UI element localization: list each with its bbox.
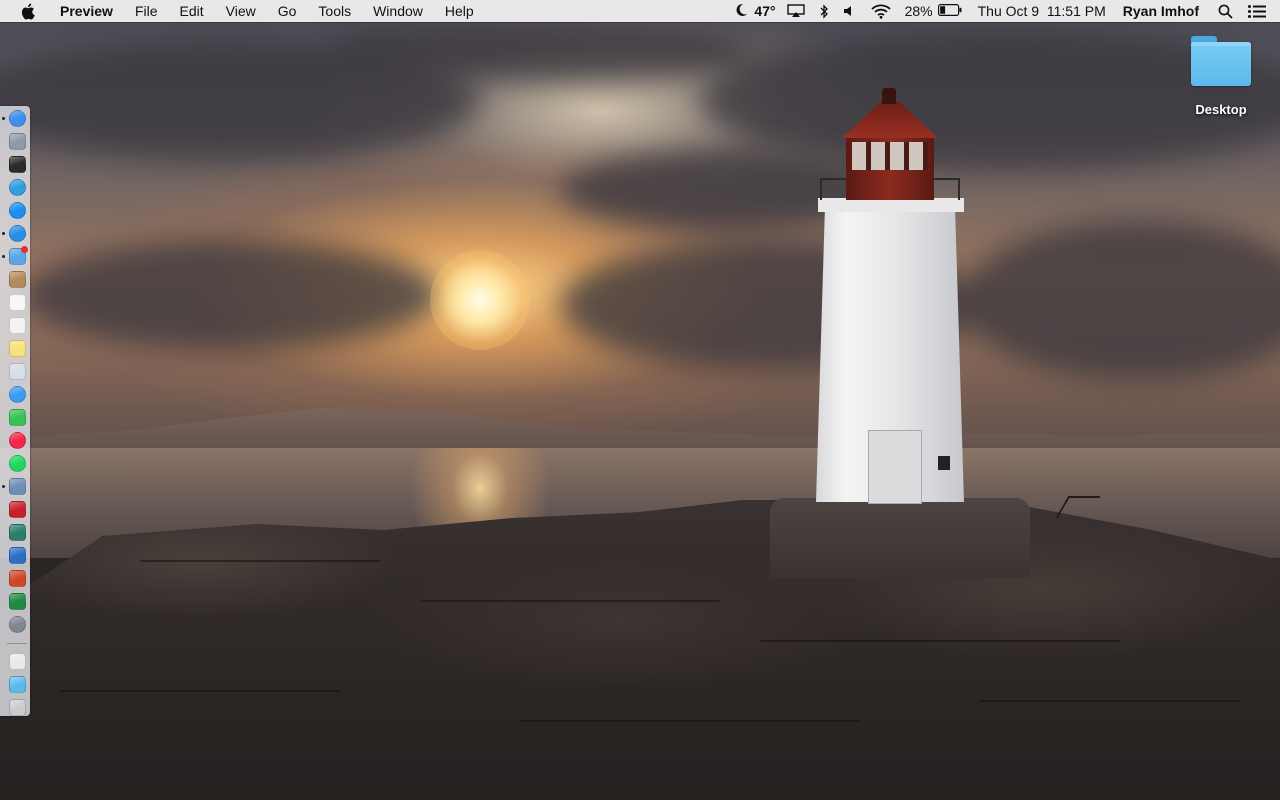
- dock-word-icon[interactable]: [9, 547, 26, 564]
- dock-safari-compass-icon[interactable]: [9, 179, 26, 196]
- dock-documents-stack-icon[interactable]: [9, 653, 26, 670]
- menu-window[interactable]: Window: [362, 0, 434, 22]
- menu-view[interactable]: View: [215, 0, 267, 22]
- menu-edit[interactable]: Edit: [169, 0, 215, 22]
- menu-app-name[interactable]: Preview: [54, 0, 124, 22]
- rock-crack: [980, 700, 1240, 702]
- rock-crack: [140, 560, 380, 562]
- weather-status[interactable]: 47°: [728, 0, 779, 22]
- folder-body: [1191, 42, 1251, 86]
- dock-photos-icon[interactable]: [9, 478, 26, 495]
- lighthouse-windows: [852, 142, 928, 170]
- dock-mission-control-icon[interactable]: [9, 156, 26, 173]
- desktop-folder-label: Desktop: [1195, 102, 1247, 117]
- wifi-icon[interactable]: [864, 0, 898, 22]
- running-indicator: [2, 117, 5, 120]
- dock-launchpad-icon[interactable]: [9, 133, 26, 150]
- dock-facetime-icon[interactable]: [9, 409, 26, 426]
- dock-trash-icon[interactable]: [9, 699, 26, 716]
- menu-help[interactable]: Help: [434, 0, 485, 22]
- dock-reminders-icon[interactable]: [9, 317, 26, 334]
- dock-spotify-icon[interactable]: [9, 455, 26, 472]
- spotlight-search-icon[interactable]: [1209, 0, 1242, 22]
- rock-crack: [520, 720, 860, 722]
- battery-status[interactable]: 28%: [898, 0, 969, 22]
- dock-separator: [7, 643, 27, 644]
- folder-icon: [1191, 36, 1251, 88]
- dock-excel-icon[interactable]: [9, 593, 26, 610]
- dock-downloads-folder-icon[interactable]: [9, 676, 26, 693]
- lighthouse-rock-base: [770, 498, 1030, 578]
- dock-iphoto-icon[interactable]: [9, 524, 26, 541]
- lighthouse-vent: [882, 88, 896, 104]
- rock-crack: [760, 640, 1120, 642]
- cloud: [20, 240, 440, 350]
- temperature-label: 47°: [754, 3, 776, 19]
- dock-system-preferences-icon[interactable]: [9, 616, 26, 633]
- lighthouse-small-window: [938, 456, 950, 470]
- menu-file[interactable]: File: [124, 0, 169, 22]
- battery-fill: [939, 6, 945, 14]
- user-account-menu[interactable]: Ryan Imhof: [1115, 0, 1209, 22]
- lighthouse-door: [868, 430, 922, 504]
- status-menu-area: 47° 28% Thu Oct 9 11:51 PM Ryan Imhof: [728, 0, 1280, 22]
- running-indicator: [2, 485, 5, 488]
- moon-icon: [735, 3, 748, 20]
- running-indicator: [2, 255, 5, 258]
- volume-icon[interactable]: [836, 0, 864, 22]
- menu-go[interactable]: Go: [267, 0, 308, 22]
- clock[interactable]: Thu Oct 9 11:51 PM: [969, 0, 1115, 22]
- menu-tools[interactable]: Tools: [307, 0, 362, 22]
- notification-badge: [21, 246, 28, 253]
- desktop-wallpaper: [0, 0, 1280, 800]
- sun: [430, 250, 530, 350]
- dock-finder-icon[interactable]: [9, 110, 26, 127]
- dock-mail-icon[interactable]: [9, 246, 28, 265]
- dock-messages-icon[interactable]: [9, 386, 26, 403]
- menu-bar: Preview File Edit View Go Tools Window H…: [0, 0, 1280, 22]
- rock-crack: [60, 690, 340, 692]
- desktop-folder[interactable]: Desktop: [1186, 36, 1256, 117]
- dock-preview-icon[interactable]: [9, 363, 26, 380]
- lighthouse-gallery: [818, 198, 964, 212]
- battery-percent: 28%: [904, 3, 933, 19]
- dock-photo-booth-icon[interactable]: [9, 501, 26, 518]
- rock-crack: [420, 600, 720, 602]
- dock-app-store-icon[interactable]: [9, 202, 26, 219]
- running-indicator: [2, 232, 5, 235]
- bluetooth-icon[interactable]: [812, 0, 836, 22]
- apple-logo-icon[interactable]: [20, 2, 36, 20]
- airplay-icon[interactable]: [780, 0, 812, 22]
- dock: [0, 106, 30, 716]
- dock-notes-icon[interactable]: [9, 340, 26, 357]
- dock-calendar-icon[interactable]: [9, 294, 26, 311]
- notification-center-icon[interactable]: [1242, 0, 1280, 22]
- battery-icon: [937, 3, 962, 19]
- rocky-shore: [0, 500, 1280, 800]
- dock-contacts-icon[interactable]: [9, 271, 26, 288]
- dock-powerpoint-icon[interactable]: [9, 570, 26, 587]
- cloud: [330, 20, 750, 80]
- dock-safari-icon[interactable]: [9, 225, 26, 242]
- dock-itunes-icon[interactable]: [9, 432, 26, 449]
